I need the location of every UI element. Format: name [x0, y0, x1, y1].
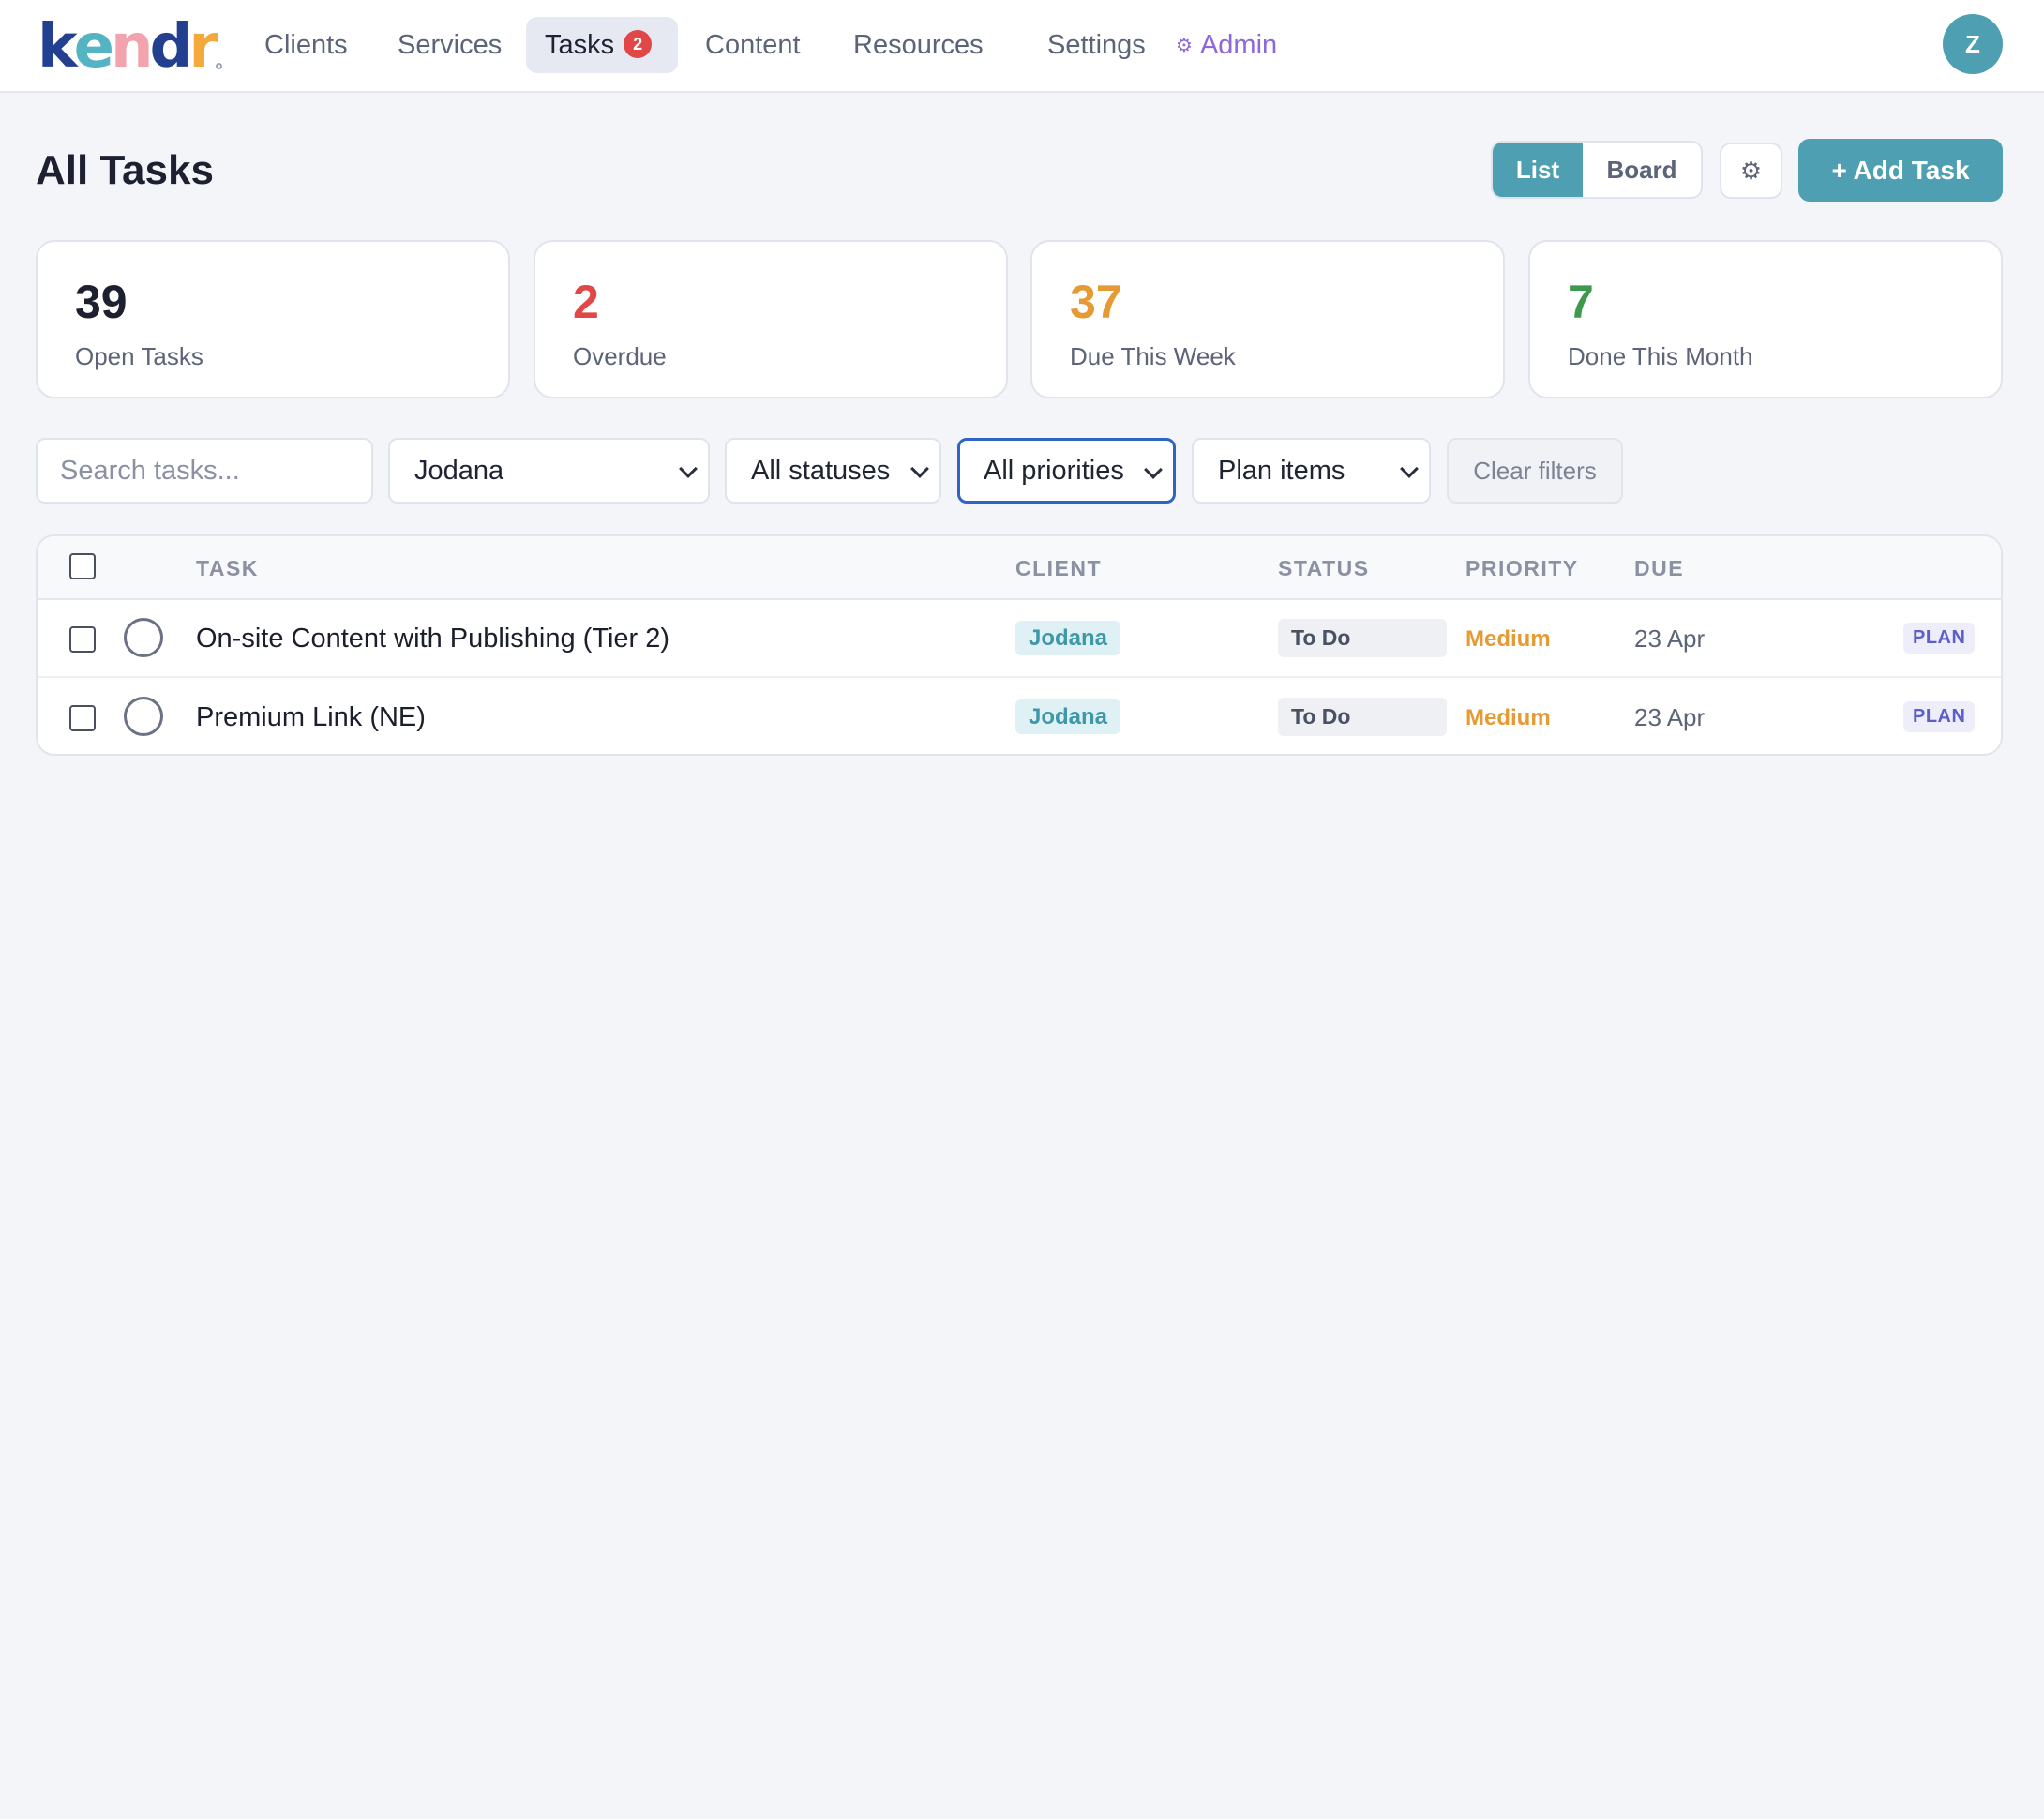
logo-dot-icon	[215, 63, 222, 69]
list-view-button[interactable]: List	[1493, 143, 1583, 197]
table-row[interactable]: On-site Content with Publishing (Tier 2)…	[38, 600, 2001, 678]
nav-item-admin[interactable]: ⚙ Admin	[1157, 17, 1296, 73]
logo-letter: n	[110, 12, 154, 82]
nav-item-settings[interactable]: Settings	[1029, 17, 1165, 73]
plan-tag: PLAN	[1903, 623, 1976, 654]
logo-letter: d	[149, 12, 193, 82]
clear-filters-button[interactable]: Clear filters	[1447, 438, 1623, 504]
stat-card-open-tasks: 39 Open Tasks	[36, 240, 510, 398]
nav-item-label: Admin	[1199, 30, 1278, 60]
status-badge[interactable]: To Do	[1278, 698, 1447, 736]
stat-card-due-this-week: 37 Due This Week	[1030, 240, 1505, 398]
nav-item-label: Resources	[853, 30, 984, 60]
stat-label: Open Tasks	[75, 342, 203, 370]
row-select-checkbox[interactable]	[69, 626, 96, 653]
nav-item-resources[interactable]: Resources	[834, 17, 1002, 73]
priority-label: Medium	[1465, 626, 1551, 652]
row-select-checkbox[interactable]	[69, 705, 96, 731]
chevron-down-icon	[679, 459, 698, 478]
due-date: 23 Apr	[1634, 624, 1706, 653]
table-row[interactable]: Premium Link (NE) Jodana To Do Medium 23…	[38, 679, 2001, 754]
kendr-logo[interactable]: kendr	[38, 9, 222, 84]
nav-item-tasks[interactable]: Tasks 2	[526, 17, 678, 73]
task-name[interactable]: On-site Content with Publishing (Tier 2)	[196, 600, 669, 678]
chevron-down-icon	[910, 459, 929, 478]
logo-letter: e	[73, 12, 114, 82]
stat-value: 37	[1070, 276, 1122, 328]
user-avatar[interactable]: Z	[1943, 14, 2003, 74]
chevron-down-icon	[1144, 460, 1163, 479]
column-header-due[interactable]: DUE	[1634, 536, 1684, 600]
complete-task-circle-icon[interactable]	[124, 697, 163, 736]
client-filter-value: Jodana	[414, 456, 504, 486]
plan-tag: PLAN	[1903, 701, 1976, 732]
task-settings-button[interactable]: ⚙	[1720, 143, 1782, 199]
top-navigation-bar: kendr Clients Services Tasks 2 Content Re…	[0, 0, 2044, 93]
logo-letter: r	[188, 12, 218, 82]
gear-icon: ⚙	[1739, 157, 1763, 185]
priority-filter-value: All priorities	[984, 456, 1124, 486]
chevron-down-icon	[1400, 459, 1419, 478]
nav-item-label: Content	[705, 30, 801, 60]
logo-letter: k	[38, 12, 78, 82]
tasks-count-badge: 2	[624, 30, 653, 59]
stat-label: Overdue	[573, 342, 667, 370]
nav-item-label: Tasks	[545, 30, 615, 60]
stat-label: Done This Month	[1568, 342, 1753, 370]
nav-item-clients[interactable]: Clients	[246, 17, 367, 73]
select-all-checkbox[interactable]	[69, 553, 96, 579]
task-name[interactable]: Premium Link (NE)	[196, 679, 426, 754]
nav-item-label: Settings	[1047, 30, 1146, 60]
stat-value: 2	[573, 276, 599, 328]
stat-card-done-this-month: 7 Done This Month	[1528, 240, 2003, 398]
nav-item-services[interactable]: Services	[379, 17, 520, 73]
page-title: All Tasks	[36, 147, 214, 193]
type-filter-value: Plan items	[1218, 456, 1345, 486]
column-header-priority[interactable]: PRIORITY	[1465, 536, 1579, 600]
column-header-status[interactable]: STATUS	[1278, 536, 1370, 600]
stat-value: 7	[1568, 276, 1594, 328]
gear-icon: ⚙	[1176, 36, 1193, 56]
type-filter-select[interactable]: Plan items	[1192, 438, 1431, 504]
column-header-task[interactable]: TASK	[196, 536, 259, 600]
status-badge[interactable]: To Do	[1278, 619, 1447, 657]
client-badge[interactable]: Jodana	[1015, 621, 1121, 655]
nav-item-label: Services	[398, 30, 503, 60]
stat-card-overdue: 2 Overdue	[534, 240, 1008, 398]
view-toggle: List Board	[1491, 141, 1703, 199]
client-filter-select[interactable]: Jodana	[388, 438, 710, 504]
board-view-button[interactable]: Board	[1583, 143, 1701, 197]
priority-filter-select[interactable]: All priorities	[957, 438, 1176, 504]
column-header-client[interactable]: CLIENT	[1015, 536, 1102, 600]
due-date: 23 Apr	[1634, 703, 1706, 731]
status-filter-value: All statuses	[751, 456, 891, 486]
add-task-button[interactable]: + Add Task	[1798, 139, 2003, 202]
stat-value: 39	[75, 276, 128, 328]
table-header: TASK CLIENT STATUS PRIORITY DUE	[38, 536, 2001, 600]
tasks-table: TASK CLIENT STATUS PRIORITY DUE On-site …	[36, 534, 2003, 756]
nav-item-label: Clients	[264, 30, 348, 60]
complete-task-circle-icon[interactable]	[124, 618, 163, 657]
client-badge[interactable]: Jodana	[1015, 699, 1121, 734]
nav-item-content[interactable]: Content	[686, 17, 819, 73]
search-input[interactable]: Search tasks...	[36, 438, 373, 504]
stat-label: Due This Week	[1070, 342, 1236, 370]
status-filter-select[interactable]: All statuses	[725, 438, 941, 504]
priority-label: Medium	[1465, 705, 1551, 730]
